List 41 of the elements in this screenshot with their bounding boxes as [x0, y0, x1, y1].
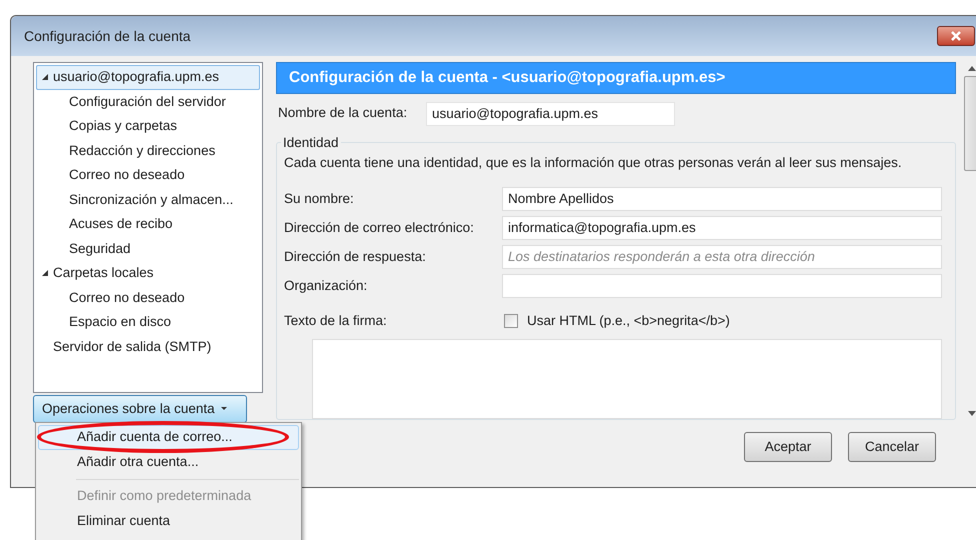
field-label: Nombre de la cuenta: — [278, 104, 408, 122]
page-header: Configuración de la cuenta - <usuario@topografia.upm.es> — [276, 62, 956, 94]
dialog-button[interactable]: Aceptar — [744, 432, 832, 462]
input-field[interactable]: Los destinatarios responderán a esta otra dirección — [502, 244, 942, 269]
expand-triangle-icon[interactable] — [41, 73, 49, 82]
checkbox-label: Usar HTML (p.e., <b>negrita</b>) — [527, 312, 730, 330]
dropdown-caret-icon[interactable] — [220, 407, 227, 411]
tree-item[interactable]: Redacción y direcciones — [36, 138, 260, 163]
tree-item[interactable]: Configuración del servidor — [36, 90, 260, 114]
tree-item[interactable]: Acuses de recibo — [36, 212, 260, 236]
expand-triangle-icon[interactable] — [41, 269, 49, 278]
tree-item[interactable]: Carpetas locales — [36, 261, 260, 286]
identity-description: Cada cuenta tiene una identidad, que es la información que otras personas verán al leer sus mensajes. — [284, 154, 903, 172]
field-label: Dirección de correo electrónico: — [284, 218, 475, 237]
dialog-button[interactable]: Cancelar — [848, 432, 936, 462]
close-icon[interactable] — [950, 31, 962, 41]
tree-item[interactable]: Servidor de salida (SMTP) — [36, 334, 260, 359]
tree-item[interactable]: Correo no deseado — [36, 286, 260, 310]
tree-item[interactable]: Seguridad — [36, 236, 260, 261]
tree-item[interactable]: Correo no deseado — [36, 163, 260, 188]
field-label: Su nombre: — [284, 190, 355, 208]
tree-item[interactable]: Sincronización y almacen... — [36, 188, 260, 212]
tree-item[interactable]: Espacio en disco — [36, 310, 260, 334]
account-actions-button[interactable]: Operaciones sobre la cuenta — [33, 395, 247, 423]
html-checkbox[interactable] — [504, 314, 518, 328]
field-label: Organización: — [284, 276, 368, 295]
input-field[interactable]: informatica@topografia.upm.es — [502, 216, 942, 240]
scroll-thumb[interactable] — [964, 76, 976, 171]
scroll-down-icon[interactable] — [968, 411, 976, 416]
input-field[interactable]: Nombre Apellidos — [502, 186, 942, 211]
menu-item[interactable]: Eliminar cuenta — [38, 509, 299, 534]
field-label: Dirección de respuesta: — [284, 248, 427, 266]
close-button[interactable] — [937, 26, 975, 46]
scroll-up-icon[interactable] — [968, 66, 976, 71]
input-field[interactable] — [502, 274, 942, 298]
field-label: Texto de la firma: — [284, 312, 388, 330]
tree-item[interactable]: usuario@topografia.upm.es — [36, 65, 260, 90]
tree-item[interactable]: Copias y carpetas — [36, 114, 260, 138]
input-field[interactable]: usuario@topografia.upm.es — [426, 102, 675, 126]
menu-item[interactable]: Añadir otra cuenta... — [38, 450, 299, 475]
window-title: Configuración de la cuenta — [24, 26, 191, 46]
